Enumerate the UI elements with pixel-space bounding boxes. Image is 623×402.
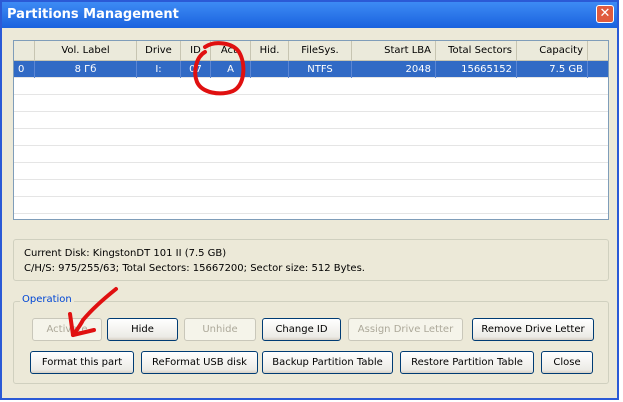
close-button[interactable]: Close <box>541 351 593 374</box>
operation-legend: Operation <box>20 294 74 305</box>
column-header-capacity[interactable]: Capacity <box>517 41 588 61</box>
close-icon[interactable]: ✕ <box>596 5 614 23</box>
cell-total-sectors: 15665152 <box>436 61 517 78</box>
backup-partition-table-button[interactable]: Backup Partition Table <box>262 351 393 374</box>
window-title: Partitions Management <box>7 7 179 22</box>
column-header-id[interactable]: ID <box>181 41 211 61</box>
empty-row <box>14 180 608 197</box>
cell-start-lba: 2048 <box>352 61 436 78</box>
title-bar: Partitions Management ✕ <box>2 2 617 28</box>
column-header-hidden[interactable]: Hid. <box>251 41 289 61</box>
partitions-table: Vol. Label Drive ID Act. Hid. FileSys. S… <box>13 40 609 220</box>
empty-row <box>14 129 608 146</box>
disk-geometry-label: C/H/S: 975/255/63; Total Sectors: 156672… <box>24 263 365 274</box>
format-this-part-button[interactable]: Format this part <box>30 351 134 374</box>
column-header-active[interactable]: Act. <box>211 41 251 61</box>
cell-hidden <box>251 61 289 78</box>
unhide-button[interactable]: Unhide <box>184 318 256 341</box>
cell-active: A <box>211 61 251 78</box>
remove-drive-letter-button[interactable]: Remove Drive Letter <box>472 318 594 341</box>
hide-button[interactable]: Hide <box>107 318 178 341</box>
reformat-usb-disk-button[interactable]: ReFormat USB disk <box>141 351 258 374</box>
current-disk-label: Current Disk: KingstonDT 101 II (7.5 GB) <box>24 248 227 259</box>
cell-id: 07 <box>181 61 211 78</box>
column-header-vol-label[interactable]: Vol. Label <box>35 41 137 61</box>
cell-capacity: 7.5 GB <box>517 61 588 78</box>
activate-button[interactable]: Activate <box>32 318 102 341</box>
change-id-button[interactable]: Change ID <box>262 318 341 341</box>
empty-row <box>14 78 608 95</box>
cell-drive: I: <box>137 61 181 78</box>
assign-drive-letter-button[interactable]: Assign Drive Letter <box>348 318 463 341</box>
empty-row <box>14 163 608 180</box>
empty-row <box>14 95 608 112</box>
column-header-filesys[interactable]: FileSys. <box>289 41 352 61</box>
operation-group: Operation Activate Hide Unhide Change ID… <box>13 294 609 384</box>
partitions-management-window: Partitions Management ✕ Vol. Label Drive… <box>0 0 619 400</box>
cell-vol-label: 8 Гб <box>35 61 137 78</box>
cell-filesys: NTFS <box>289 61 352 78</box>
empty-row <box>14 197 608 214</box>
current-disk-panel: Current Disk: KingstonDT 101 II (7.5 GB)… <box>13 239 609 281</box>
column-header-total-sectors[interactable]: Total Sectors <box>436 41 517 61</box>
column-header-start-lba[interactable]: Start LBA <box>352 41 436 61</box>
column-header-drive[interactable]: Drive <box>137 41 181 61</box>
empty-row <box>14 112 608 129</box>
empty-row <box>14 146 608 163</box>
cell-index: 0 <box>14 61 35 78</box>
restore-partition-table-button[interactable]: Restore Partition Table <box>400 351 534 374</box>
column-header-index[interactable] <box>14 41 35 61</box>
table-header: Vol. Label Drive ID Act. Hid. FileSys. S… <box>14 41 608 61</box>
table-row[interactable]: 0 8 Гб I: 07 A NTFS 2048 15665152 7.5 GB <box>14 61 608 78</box>
